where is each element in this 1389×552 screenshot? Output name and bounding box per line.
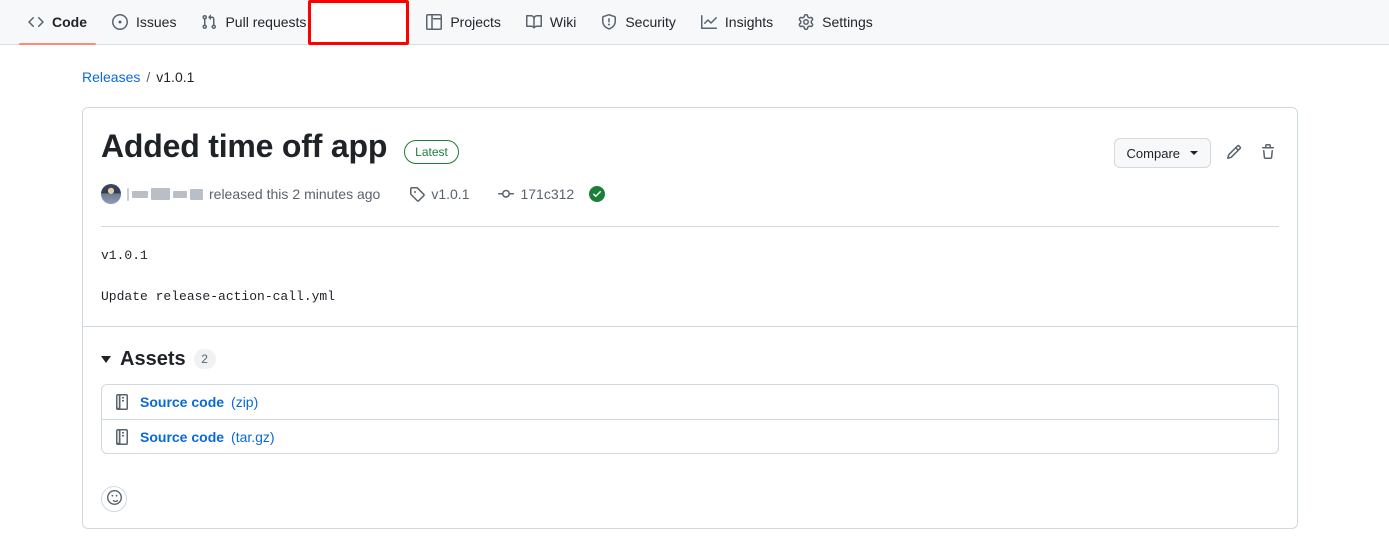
assets-section: Assets 2 Source code (zip) Source code ( bbox=[83, 327, 1297, 472]
trash-icon bbox=[1260, 143, 1276, 163]
shield-icon bbox=[601, 14, 617, 30]
nav-item-security[interactable]: Security bbox=[592, 0, 685, 45]
assets-title: Assets bbox=[120, 348, 186, 370]
release-meta-row: released this 2 minutes ago v1.0.1 171c3… bbox=[101, 184, 1279, 204]
breadcrumb: Releases / v1.0.1 bbox=[82, 65, 1389, 89]
tag-icon bbox=[409, 186, 426, 202]
nav-label-insights: Insights bbox=[724, 14, 774, 30]
file-zip-icon bbox=[114, 428, 130, 445]
breadcrumb-releases-link[interactable]: Releases bbox=[82, 69, 140, 85]
verified-check-icon bbox=[589, 186, 606, 202]
nav-label-issues: Issues bbox=[136, 14, 177, 30]
author-username-redacted[interactable] bbox=[127, 187, 203, 201]
release-body-line-2: Update release-action-call.yml bbox=[101, 288, 336, 304]
page-content: Releases / v1.0.1 Added time off app Lat… bbox=[0, 65, 1389, 529]
release-body-line-1: v1.0.1 bbox=[101, 248, 148, 263]
repo-nav: Code Issues Pull requests Actions Projec… bbox=[0, 0, 1389, 45]
issue-icon bbox=[112, 14, 128, 30]
nav-item-issues[interactable]: Issues bbox=[103, 0, 185, 45]
add-reaction-button[interactable] bbox=[101, 486, 127, 512]
book-icon bbox=[525, 14, 542, 30]
nav-item-code[interactable]: Code bbox=[19, 0, 96, 45]
asset-name-link[interactable]: Source code bbox=[140, 394, 224, 410]
play-icon bbox=[331, 14, 348, 30]
avatar[interactable] bbox=[101, 184, 121, 204]
pencil-icon bbox=[1226, 144, 1242, 163]
list-item[interactable]: Source code (zip) bbox=[102, 385, 1278, 419]
git-commit-icon bbox=[498, 186, 515, 202]
reactions-row bbox=[83, 472, 1297, 528]
nav-label-pull-requests: Pull requests bbox=[225, 14, 307, 30]
release-tag-name: v1.0.1 bbox=[431, 186, 470, 202]
nav-label-projects: Projects bbox=[450, 14, 501, 30]
gear-icon bbox=[798, 14, 814, 30]
graph-icon bbox=[700, 14, 717, 30]
release-commit-sha: 171c312 bbox=[520, 186, 575, 202]
nav-label-actions: Actions bbox=[355, 14, 402, 30]
breadcrumb-separator: / bbox=[146, 69, 151, 85]
compare-button-label: Compare bbox=[1126, 145, 1180, 161]
released-this-text: released this bbox=[209, 186, 289, 202]
compare-button[interactable]: Compare bbox=[1113, 138, 1211, 168]
table-icon bbox=[426, 14, 443, 30]
release-body: v1.0.1 Update release-action-call.yml bbox=[101, 227, 1279, 326]
triangle-down-icon bbox=[101, 355, 111, 363]
assets-count-badge: 2 bbox=[193, 349, 216, 369]
list-item[interactable]: Source code (tar.gz) bbox=[102, 419, 1278, 453]
release-commit-chip[interactable]: 171c312 bbox=[498, 186, 606, 202]
nav-label-code: Code bbox=[52, 14, 87, 30]
assets-list: Source code (zip) Source code (tar.gz) bbox=[101, 384, 1279, 454]
nav-item-wiki[interactable]: Wiki bbox=[517, 0, 585, 45]
release-header-section: Added time off app Latest Compare releas… bbox=[83, 108, 1297, 326]
assets-toggle[interactable]: Assets 2 bbox=[101, 349, 1279, 369]
release-title-row: Added time off app Latest Compare bbox=[101, 126, 1279, 168]
nav-item-pull-requests[interactable]: Pull requests bbox=[192, 0, 315, 45]
breadcrumb-current-tag: v1.0.1 bbox=[156, 69, 195, 85]
nav-item-projects[interactable]: Projects bbox=[417, 0, 510, 45]
release-timestamp: 2 minutes ago bbox=[292, 186, 381, 202]
nav-label-settings: Settings bbox=[822, 14, 873, 30]
nav-label-wiki: Wiki bbox=[549, 14, 577, 30]
nav-label-security: Security bbox=[625, 14, 676, 30]
code-icon bbox=[28, 14, 44, 30]
edit-release-button[interactable] bbox=[1223, 141, 1245, 165]
file-zip-icon bbox=[114, 394, 130, 410]
smiley-icon bbox=[106, 490, 122, 508]
delete-release-button[interactable] bbox=[1257, 141, 1279, 165]
release-tag-chip[interactable]: v1.0.1 bbox=[409, 186, 469, 202]
nav-item-insights[interactable]: Insights bbox=[692, 0, 782, 45]
release-action-buttons: Compare bbox=[1113, 138, 1279, 168]
asset-name-link[interactable]: Source code bbox=[140, 429, 224, 445]
nav-item-settings[interactable]: Settings bbox=[789, 0, 882, 45]
page-title: Added time off app bbox=[101, 128, 388, 164]
chevron-down-icon bbox=[1190, 151, 1198, 155]
asset-extension: (tar.gz) bbox=[231, 428, 275, 445]
asset-extension: (zip) bbox=[231, 394, 259, 410]
latest-badge: Latest bbox=[404, 140, 459, 164]
git-pull-request-icon bbox=[201, 14, 217, 30]
nav-item-actions[interactable]: Actions bbox=[322, 0, 410, 45]
release-card: Added time off app Latest Compare releas… bbox=[82, 107, 1298, 529]
